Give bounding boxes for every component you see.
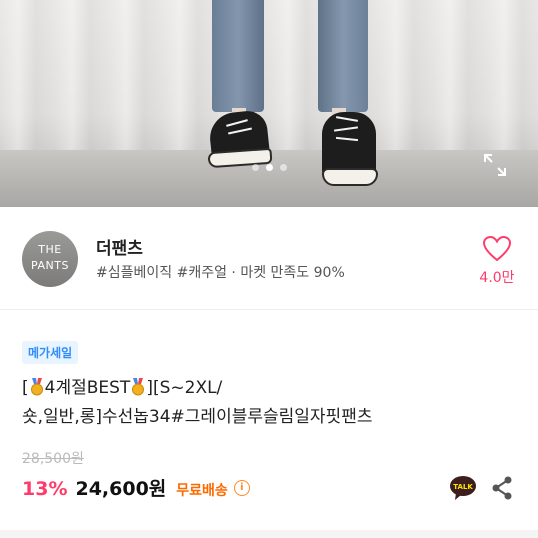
medal-icon bbox=[132, 378, 145, 396]
talk-label: TALK bbox=[453, 483, 473, 491]
shop-name[interactable]: 더팬츠 bbox=[96, 234, 143, 259]
title-bracket: [ bbox=[22, 378, 29, 398]
title-sizes: ][S~2XL/ bbox=[146, 378, 223, 398]
carousel-dot[interactable] bbox=[266, 164, 273, 171]
expand-icon[interactable] bbox=[480, 150, 510, 180]
right-jeans-leg bbox=[318, 0, 368, 112]
shop-tag[interactable]: #캐주얼 bbox=[177, 265, 227, 281]
market-satisfaction: 마켓 만족도 90% bbox=[240, 265, 345, 281]
discount-rate: 13% bbox=[22, 478, 68, 500]
shop-avatar[interactable]: THE PANTS bbox=[22, 231, 78, 287]
original-price: 28,500원 bbox=[22, 451, 84, 467]
section-divider bbox=[0, 530, 538, 538]
separator: · bbox=[231, 265, 236, 281]
carousel-dot[interactable] bbox=[252, 164, 259, 171]
kakaotalk-button[interactable]: TALK bbox=[449, 475, 477, 501]
product-photo[interactable] bbox=[0, 0, 538, 207]
share-button[interactable] bbox=[490, 475, 514, 501]
sale-price: 24,600원 bbox=[75, 478, 167, 500]
title-best: 4계절BEST bbox=[44, 378, 131, 398]
price-row: 13% 24,600원 무료배송 i bbox=[22, 474, 250, 501]
title-line-2: 숏,일반,롱]수선놉34#그레이블루슬림일자핏팬츠 bbox=[22, 407, 373, 427]
carousel-dot[interactable] bbox=[280, 164, 287, 171]
avatar-text-line: THE bbox=[38, 243, 62, 256]
free-shipping-label: 무료배송 bbox=[176, 483, 228, 499]
like-button[interactable]: 4.0만 bbox=[470, 231, 524, 291]
mega-sale-badge: 메가세일 bbox=[22, 341, 79, 364]
shop-tag[interactable]: #심플베이직 bbox=[96, 265, 172, 281]
left-jeans-leg bbox=[212, 0, 264, 112]
shop-info-row[interactable]: THE PANTS 더팬츠 #심플베이직 #캐주얼 · 마켓 만족도 90% 4… bbox=[0, 207, 538, 310]
info-icon[interactable]: i bbox=[233, 479, 250, 496]
shop-tags: #심플베이직 #캐주얼 · 마켓 만족도 90% bbox=[96, 262, 345, 282]
carousel-indicator bbox=[252, 164, 287, 171]
kakaotalk-icon: TALK bbox=[450, 476, 476, 500]
heart-icon bbox=[482, 235, 512, 262]
medal-icon bbox=[30, 378, 43, 396]
share-icon bbox=[492, 476, 512, 500]
right-sneaker-sole bbox=[322, 168, 378, 186]
curtain-background bbox=[0, 0, 538, 150]
avatar-text-line: PANTS bbox=[31, 259, 69, 272]
like-count: 4.0만 bbox=[479, 270, 515, 286]
product-title: [4계절BEST ][S~2XL/ 숏,일반,롱]수선놉34#그레이블루슬림일자핏… bbox=[22, 374, 492, 432]
